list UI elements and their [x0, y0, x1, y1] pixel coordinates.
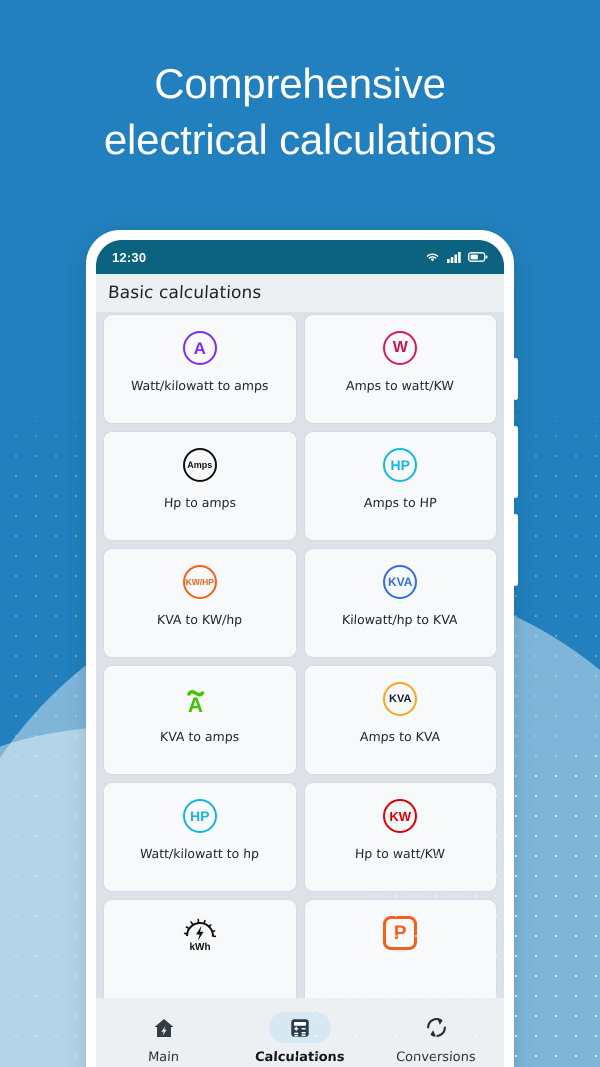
calculation-card[interactable]: KVA Kilowatt/hp to KVA	[303, 548, 497, 658]
badge-text: KVA	[389, 692, 412, 705]
badge-label: Amps	[182, 448, 217, 482]
status-icon-group	[425, 248, 488, 267]
calculation-card[interactable]: A Watt/kilowatt to amps	[103, 314, 297, 424]
kva-badge-icon: KVA	[383, 563, 418, 601]
nav-item-label: Conversions	[395, 1050, 477, 1065]
amps-text-badge-icon: Amps	[182, 446, 217, 484]
badge-text: W	[392, 339, 408, 356]
power-badge-icon: P	[383, 914, 418, 952]
refresh-icon[interactable]	[405, 1012, 467, 1043]
battery-icon	[468, 248, 488, 267]
calculation-card-label: Watt/kilowatt to amps	[130, 378, 269, 393]
badge-label: KW	[383, 799, 418, 833]
svg-text:kWh: kWh	[189, 942, 210, 952]
calculation-card-label: Amps to HP	[363, 495, 437, 510]
phone-side-button-power[interactable]	[513, 358, 518, 400]
phone-mockup: 12:30 Basic calculations A Watt/kilowatt…	[86, 230, 518, 1067]
calculation-card[interactable]: HP Amps to HP	[303, 431, 497, 541]
calculation-card-label: KVA to KW/hp	[156, 612, 243, 627]
calculation-card-label: Kilowatt/hp to KVA	[342, 612, 459, 627]
badge-label: HP	[383, 448, 418, 482]
hp-badge-icon: HP	[182, 797, 217, 835]
calculation-card[interactable]: Amps Hp to amps	[103, 431, 297, 541]
page-title: Basic calculations	[107, 283, 262, 303]
calculation-card-label: Amps to KVA	[359, 729, 441, 744]
badge-label: KVA	[383, 682, 418, 716]
badge-text: HP	[190, 808, 210, 824]
headline-line-1: Comprehensive	[154, 60, 446, 107]
calculation-card[interactable]: KW/HP KVA to KW/hp	[103, 548, 297, 658]
phone-side-button-voldown[interactable]	[513, 514, 518, 586]
status-bar: 12:30	[96, 240, 504, 274]
badge-label: W	[383, 331, 418, 365]
amps-badge-icon: A	[182, 329, 217, 367]
nav-item-label: Calculations	[254, 1050, 346, 1065]
calculation-card-label: Amps to watt/KW	[346, 378, 455, 393]
wifi-icon	[425, 248, 440, 267]
app-header: Basic calculations	[96, 274, 504, 312]
kwh-meter-icon: kWh	[181, 914, 219, 952]
phone-screen: 12:30 Basic calculations A Watt/kilowatt…	[96, 240, 504, 1067]
badge-text: HP	[390, 457, 410, 473]
hp-badge-icon: HP	[383, 446, 418, 484]
nav-item-main[interactable]: Main	[104, 1012, 224, 1065]
calculation-card[interactable]: KW Hp to watt/KW	[303, 782, 497, 892]
kw-hp-badge-icon: KW/HP	[182, 563, 217, 601]
svg-text:A: A	[188, 694, 203, 717]
calculation-card[interactable]: HP Watt/kilowatt to hp	[103, 782, 297, 892]
calculation-card[interactable]: A KVA to amps	[103, 665, 297, 775]
promo-screenshot: Comprehensive electrical calculations 12…	[0, 0, 600, 1067]
badge-label: P	[383, 916, 418, 950]
status-time: 12:30	[112, 249, 147, 265]
calculation-card[interactable]: kWh	[103, 899, 297, 1009]
calculation-card-label: Watt/kilowatt to hp	[139, 846, 260, 861]
signal-icon	[447, 248, 461, 267]
promo-headline: Comprehensive electrical calculations	[0, 56, 600, 168]
kw-badge-icon: KW	[383, 797, 418, 835]
badge-text: Amps	[187, 459, 213, 470]
watt-badge-icon: W	[383, 329, 418, 367]
nav-item-conversions[interactable]: Conversions	[376, 1012, 496, 1065]
badge-label: HP	[182, 799, 217, 833]
calculations-list[interactable]: A Watt/kilowatt to amps W Amps to watt/KW Am…	[96, 312, 504, 1067]
calculation-card-label: Hp to amps	[163, 495, 237, 510]
home-bolt-icon[interactable]	[133, 1012, 195, 1043]
calculation-card[interactable]: KVA Amps to KVA	[303, 665, 497, 775]
badge-text: KVA	[388, 575, 413, 589]
badge-label: KW/HP	[182, 565, 217, 599]
nav-item-calculations[interactable]: Calculations	[240, 1012, 360, 1065]
kva-amber-badge-icon: KVA	[383, 680, 418, 718]
badge-text: A	[193, 338, 206, 358]
calculation-card-label: Hp to watt/KW	[354, 846, 446, 861]
badge-label: A	[182, 331, 217, 365]
badge-text: KW/HP	[185, 576, 214, 587]
badge-label: KVA	[383, 565, 418, 599]
nav-item-label: Main	[148, 1050, 180, 1065]
bottom-navigation: Main Calculations Conversions	[96, 998, 504, 1067]
calculator-icon[interactable]	[269, 1012, 331, 1043]
calculation-card-label: KVA to amps	[159, 729, 240, 744]
ac-amps-icon: A	[182, 680, 218, 718]
calculation-card[interactable]: P	[303, 899, 497, 1009]
phone-side-button-volup[interactable]	[513, 426, 518, 498]
headline-line-2: electrical calculations	[103, 115, 497, 163]
calculations-grid: A Watt/kilowatt to amps W Amps to watt/KW Am…	[103, 314, 497, 1009]
calculation-card[interactable]: W Amps to watt/KW	[303, 314, 497, 424]
badge-text: P	[393, 922, 407, 944]
badge-text: KW	[389, 808, 412, 824]
